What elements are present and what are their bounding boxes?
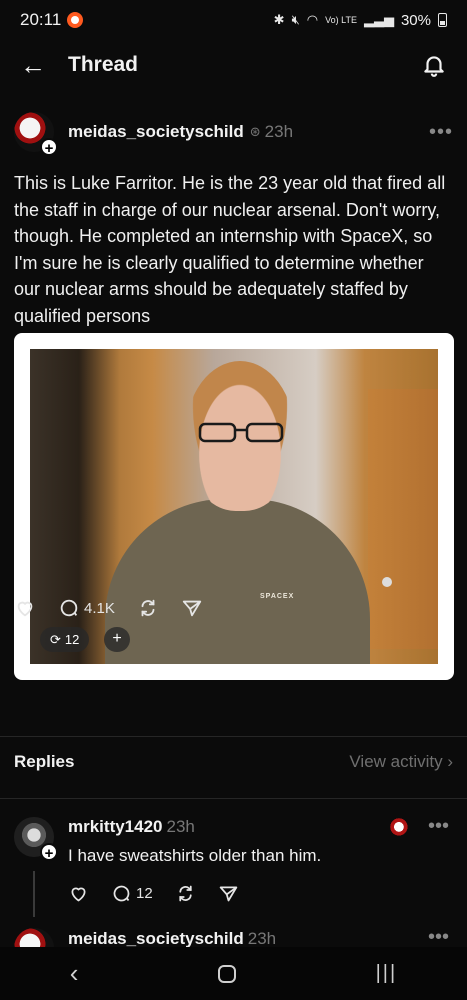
post-username[interactable]: meidas_societyschild <box>68 122 244 142</box>
follow-plus-icon[interactable]: + <box>40 843 58 862</box>
battery-icon <box>438 13 447 27</box>
follow-plus-icon[interactable]: + <box>40 138 58 157</box>
repost-icon[interactable] <box>175 883 196 904</box>
comment-icon <box>113 885 130 902</box>
reply-username-row: mrkitty1420 23h <box>68 817 195 837</box>
battery-level: 30% <box>400 11 431 29</box>
reply-button[interactable]: 4.1K <box>58 597 115 619</box>
replies-header: Replies View activity › <box>14 752 453 772</box>
system-nav-bar: ‹ ||| <box>0 947 467 1000</box>
next-username-row: meidas_societyschild 23h <box>68 929 276 947</box>
repost-count-badge[interactable]: ⟳ 12 <box>40 627 90 652</box>
heart-icon <box>17 601 33 617</box>
main-post: + meidas_societyschild ⊛ 23h ••• This is… <box>0 110 467 680</box>
post-author-row: + meidas_societyschild ⊛ 23h ••• <box>0 110 467 157</box>
send-icon[interactable] <box>218 883 239 904</box>
reply-comment-count: 12 <box>136 885 153 902</box>
reply-count: 4.1K <box>84 599 115 617</box>
system-home-icon[interactable] <box>218 964 237 983</box>
post-timestamp: 23h <box>264 122 294 141</box>
liked-by-author-avatar <box>389 817 411 839</box>
system-recents-icon[interactable]: ||| <box>376 962 398 985</box>
mute-icon: 🔇︎ <box>291 12 300 27</box>
thread-line <box>33 871 35 917</box>
next-reply-item: meidas_societyschild 23h ••• <box>0 925 467 947</box>
reply-actions: 12 <box>68 883 239 904</box>
avatar[interactable]: + <box>14 112 58 157</box>
bluetooth-icon: ✱ <box>273 12 285 27</box>
status-time: 20:11 <box>20 10 62 29</box>
status-left: 20:11 <box>20 10 84 30</box>
view-activity-link[interactable]: View activity › <box>349 752 453 772</box>
bell-icon[interactable] <box>421 52 447 78</box>
heart-icon[interactable] <box>68 883 89 904</box>
comment-icon <box>60 599 78 617</box>
person-shirt-shape <box>105 499 370 664</box>
next-username[interactable]: meidas_societyschild <box>68 929 244 947</box>
more-options-icon[interactable]: ••• <box>428 926 449 947</box>
signal-icon: ▂▃▅ <box>363 12 394 27</box>
more-options-icon[interactable]: ••• <box>429 121 453 144</box>
reply-avatar[interactable]: + <box>14 817 58 862</box>
repost-badge-count: 12 <box>64 632 80 647</box>
status-right: ✱ 🔇︎ ◠ Vo) LTE ▂▃▅ 30% <box>274 12 447 29</box>
repost-button[interactable] <box>137 597 159 619</box>
wifi-icon: ◠ <box>306 12 319 27</box>
replies-label: Replies <box>14 752 75 771</box>
send-icon <box>182 600 202 617</box>
page-title: Thread <box>68 53 139 76</box>
post-text: This is Luke Farritor. He is the 23 year… <box>14 173 446 326</box>
next-timestamp: 23h <box>247 929 277 947</box>
reply-comment-button[interactable]: 12 <box>111 883 153 904</box>
divider <box>0 736 467 737</box>
system-back-icon[interactable]: ‹ <box>70 958 79 989</box>
more-options-icon[interactable]: ••• <box>428 815 449 838</box>
post-actions: 4.1K <box>14 597 203 619</box>
repost-icon <box>141 599 155 617</box>
reply-username[interactable]: mrkitty1420 <box>68 817 163 836</box>
like-button[interactable] <box>14 597 36 619</box>
divider <box>0 798 467 799</box>
door-knob-shape <box>382 577 392 587</box>
reply-text: I have sweatshirts older than him. <box>68 846 322 865</box>
status-bar: 20:11 ✱ 🔇︎ ◠ Vo) LTE ▂▃▅ 30% <box>0 0 467 40</box>
network-type: Vo) LTE <box>325 15 357 25</box>
glasses-shape <box>198 422 284 443</box>
verified-icon: ⊛ <box>249 124 261 139</box>
notification-dot-icon <box>67 12 84 28</box>
view-activity-label: View activity <box>349 752 443 771</box>
avatar[interactable] <box>14 928 54 947</box>
back-arrow-icon[interactable]: ← <box>20 52 50 78</box>
shirt-logo-text: SPACEX <box>260 593 295 600</box>
add-badge-button[interactable]: + <box>104 627 130 652</box>
repost-small-icon: ⟳ <box>50 631 61 647</box>
door-shape <box>368 389 438 649</box>
post-image-card[interactable]: SPACEX ⟳ 12 + <box>14 333 454 680</box>
share-button[interactable] <box>181 597 203 619</box>
header: ← Thread <box>0 40 467 90</box>
reply-timestamp: 23h <box>166 817 195 836</box>
